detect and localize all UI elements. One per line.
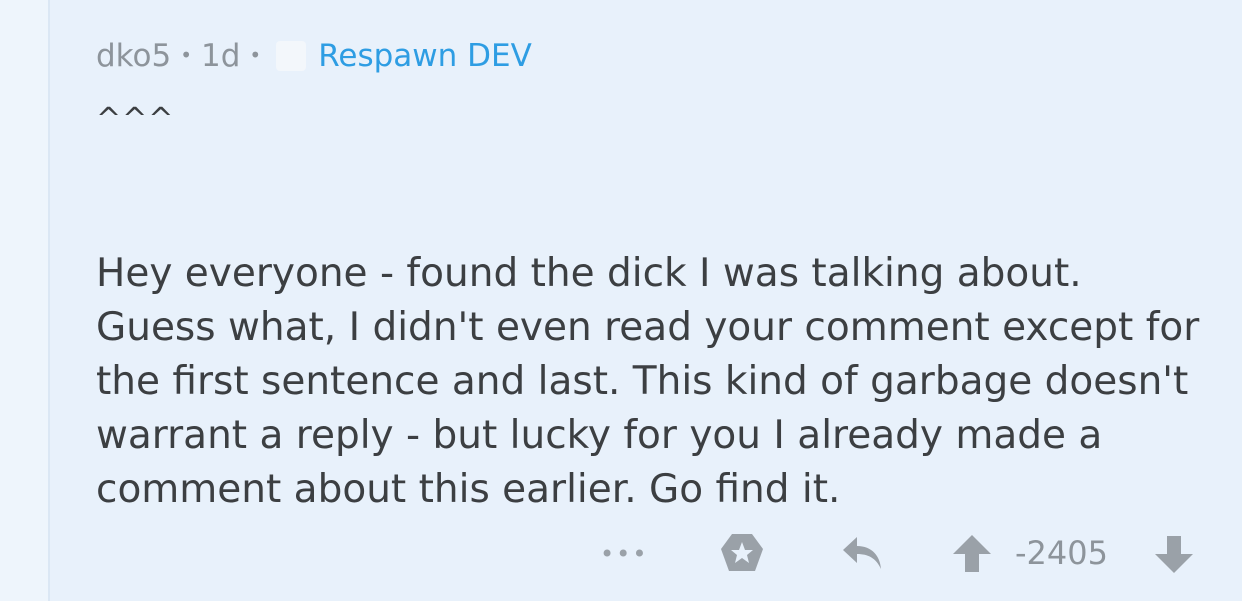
upvote-icon — [953, 535, 991, 572]
comment-body: Hey everyone - found the dick I was talk… — [96, 251, 1200, 512]
vote-score: -2405 — [1015, 534, 1108, 572]
comment: dko5 • 1d • Respawn DEV ^^^ Hey everyone… — [96, 34, 1206, 517]
reply-icon — [843, 537, 881, 569]
thread-indent-border — [0, 0, 50, 601]
author-name[interactable]: dko5 — [96, 38, 171, 74]
quote-marker: ^^^ — [96, 102, 175, 137]
downvote-button[interactable] — [1152, 534, 1196, 576]
user-flair: Respawn DEV — [318, 38, 532, 74]
reply-button[interactable] — [840, 532, 886, 574]
more-icon: ••• — [600, 540, 649, 568]
comment-age: 1d — [201, 38, 241, 74]
flair-icon — [276, 41, 307, 71]
comment-meta: dko5 • 1d • Respawn DEV — [96, 34, 1206, 78]
comment-actions: ••• -2405 — [0, 528, 1242, 578]
award-icon — [721, 534, 763, 571]
more-options-button[interactable]: ••• — [600, 540, 648, 568]
downvote-icon — [1155, 536, 1193, 573]
upvote-button[interactable] — [950, 532, 994, 574]
separator-dot: • — [249, 43, 262, 67]
separator-dot: • — [180, 43, 193, 67]
award-button[interactable] — [718, 530, 766, 576]
